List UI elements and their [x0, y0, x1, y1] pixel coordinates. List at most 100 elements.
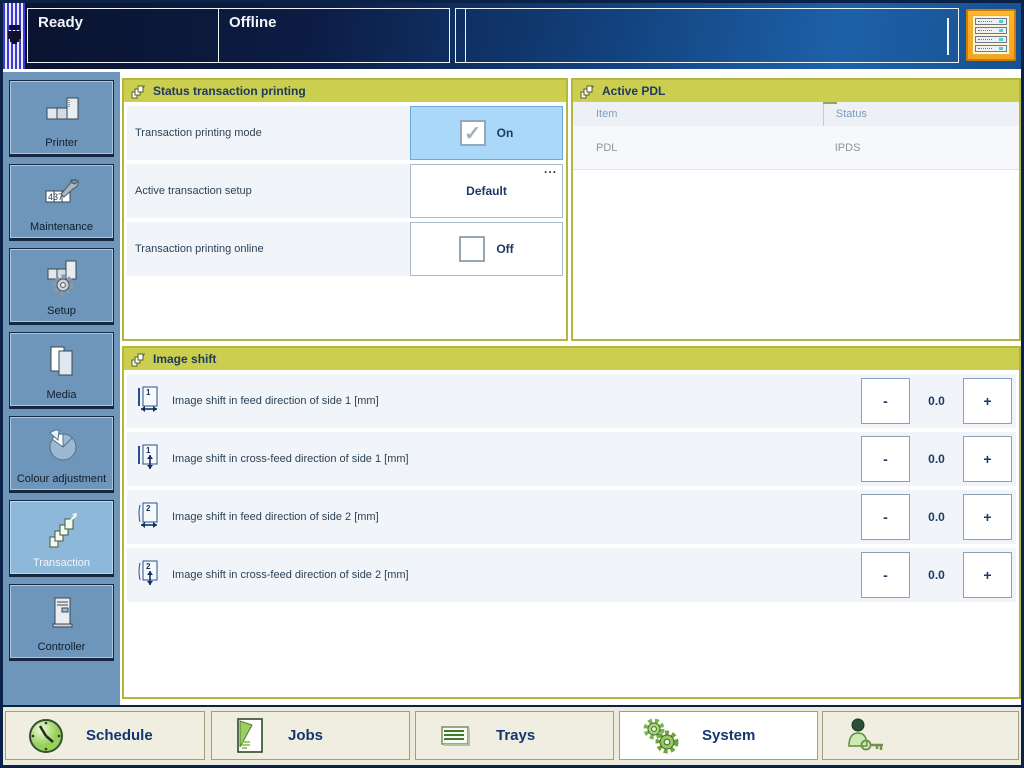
clock-icon [26, 716, 66, 756]
sidebar-item-label: Transaction [32, 557, 91, 569]
pdl-item-cell: PDL [596, 141, 618, 154]
setup-value-label: Default [466, 184, 507, 198]
maintenance-counter-wrench-icon: 437 [10, 175, 113, 213]
sidebar-item-media[interactable]: Media [9, 332, 114, 409]
status-transaction-printing-panel: Status transaction printing Transaction … [122, 78, 568, 341]
decrement-button[interactable]: - [861, 378, 910, 424]
decrement-button[interactable]: - [861, 436, 910, 482]
cascading-pages-icon [580, 84, 594, 98]
setting-label: Transaction printing mode [135, 127, 262, 139]
plug-icon [7, 25, 21, 44]
panel-header: Image shift [124, 348, 1019, 370]
page-cross-feed-arrow-side1-icon: 1 [136, 443, 162, 476]
shift-value: 0.0 [928, 510, 945, 524]
tab-jobs[interactable]: Jobs [211, 711, 410, 760]
cascading-pages-icon [131, 352, 145, 366]
tab-label: Trays [496, 727, 536, 744]
svg-text:2: 2 [146, 562, 151, 571]
increment-button[interactable]: + [963, 436, 1012, 482]
pdl-table-header: Item Status [573, 102, 1019, 126]
panel-title: Status transaction printing [153, 84, 306, 98]
svg-text:2: 2 [146, 504, 151, 513]
decrement-button[interactable]: - [861, 494, 910, 540]
tab-schedule[interactable]: Schedule [5, 711, 205, 760]
sidebar-item-label: Media [46, 389, 77, 401]
image-shift-row: 2 Image shift in cross-feed direction of… [127, 548, 1016, 602]
sidebar-item-label: Printer [45, 137, 78, 149]
printer-status-text: Ready [38, 14, 84, 31]
panel-header: Active PDL [573, 80, 1019, 102]
tab-trays[interactable]: Trays [415, 711, 614, 760]
image-shift-label: Image shift in feed direction of side 1 … [172, 395, 379, 407]
setting-label: Transaction printing online [135, 243, 264, 255]
pdl-status-cell: IPDS [834, 141, 861, 154]
colour-pie-icon [10, 427, 113, 465]
image-shift-label: Image shift in cross-feed direction of s… [172, 569, 409, 581]
active-transaction-setup-button[interactable]: ... Default [410, 162, 563, 218]
checkbox-checked-icon: ✓ [459, 120, 486, 146]
page-feed-arrow-side2-icon: 2 [136, 501, 162, 534]
increment-button[interactable]: + [963, 552, 1012, 598]
pdl-table-row[interactable]: PDL IPDS [573, 126, 1019, 170]
image-shift-label: Image shift in cross-feed direction of s… [172, 453, 409, 465]
sidebar-item-label: Controller [37, 641, 86, 653]
toggle-state-label: Off [496, 242, 514, 256]
column-header-item: Item [596, 108, 618, 120]
image-shift-row: 2 Image shift in feed direction of side … [127, 490, 1016, 544]
sidebar-item-printer[interactable]: Printer [9, 80, 114, 157]
toggle-state-label: On [496, 126, 514, 140]
stepper: - 0.0 + [861, 494, 1012, 540]
increment-button[interactable]: + [963, 378, 1012, 424]
decrement-button[interactable]: - [861, 552, 910, 598]
ellipsis-icon: ... [543, 162, 557, 176]
sidebar-item-colour-adjustment[interactable]: Colour adjustment [9, 416, 114, 493]
increment-button[interactable]: + [963, 494, 1012, 540]
tab-label: Schedule [86, 727, 153, 744]
transaction-printing-online-toggle[interactable]: Off [410, 222, 563, 276]
media-sheets-icon [10, 343, 113, 381]
stepper: - 0.0 + [861, 552, 1012, 598]
shift-value: 0.0 [928, 394, 945, 408]
setting-row-active-transaction-setup: Active transaction setup ... Default [127, 162, 563, 218]
brand-stripe-pole [3, 3, 25, 69]
topbar-tick-mark [947, 18, 949, 55]
trays-icon [436, 720, 476, 752]
trays-stack-icon [972, 15, 1010, 55]
sidebar-item-maintenance[interactable]: 437 Maintenance [9, 164, 114, 241]
column-header-status: Status [822, 102, 1019, 126]
tab-operator-login[interactable] [822, 711, 1019, 760]
tab-label: Jobs [288, 727, 324, 744]
sidebar-item-setup[interactable]: Setup [9, 248, 114, 325]
connection-status-text: Offline [229, 14, 277, 31]
cascading-pages-icon [131, 84, 145, 98]
setting-row-transaction-printing-mode: Transaction printing mode ✓ On [127, 106, 563, 160]
setting-label: Active transaction setup [135, 185, 252, 197]
main-area: Printer 437 Maintenance Setup Media Colo… [3, 69, 1021, 706]
stepper: - 0.0 + [861, 436, 1012, 482]
panel-title: Image shift [153, 352, 217, 366]
printer-icon [10, 91, 113, 127]
tab-system[interactable]: System [619, 711, 818, 760]
tray-status-button[interactable] [966, 9, 1016, 61]
image-shift-row: 1 Image shift in cross-feed direction of… [127, 432, 1016, 486]
transaction-printing-mode-toggle[interactable]: ✓ On [410, 106, 563, 160]
bottom-bar-strip: Schedule Jobs Trays System [3, 707, 1021, 765]
jobs-document-icon [232, 716, 268, 756]
image-shift-label: Image shift in feed direction of side 2 … [172, 511, 379, 523]
svg-text:1: 1 [146, 388, 151, 397]
top-status-bar: Ready Offline [3, 3, 1021, 69]
sidebar-item-controller[interactable]: Controller [9, 584, 114, 661]
setup-gear-icon [10, 259, 113, 297]
controller-tower-icon [10, 595, 113, 633]
topbar-message-box [465, 8, 959, 63]
sidebar-item-label: Setup [47, 305, 76, 317]
page-feed-arrow-side1-icon: 1 [136, 385, 162, 418]
left-sidebar: Printer 437 Maintenance Setup Media Colo… [3, 72, 120, 706]
sidebar-item-label: Colour adjustment [16, 473, 107, 485]
image-shift-row: 1 Image shift in feed direction of side … [127, 374, 1016, 428]
page-cross-feed-arrow-side2-icon: 2 [136, 559, 162, 592]
svg-text:1: 1 [146, 446, 151, 455]
system-gears-icon [640, 715, 682, 757]
sidebar-item-transaction[interactable]: Transaction [9, 500, 114, 577]
shift-value: 0.0 [928, 452, 945, 466]
